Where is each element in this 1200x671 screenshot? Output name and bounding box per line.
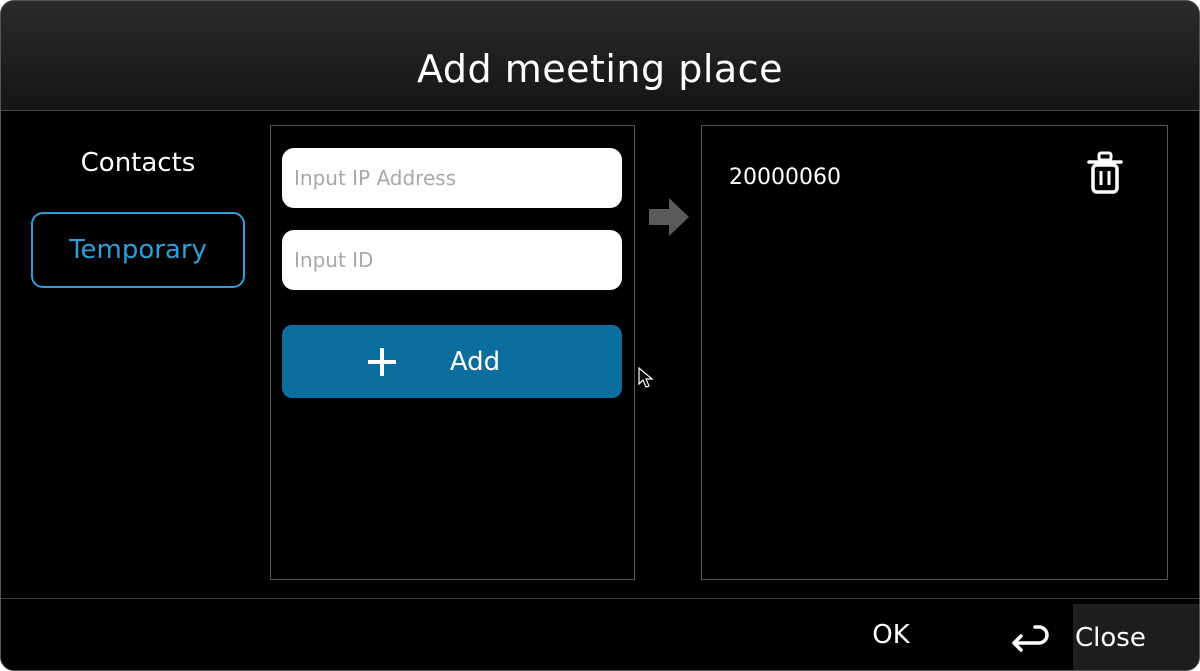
sidebar-item-temporary[interactable]: Temporary: [31, 212, 245, 288]
close-button-label: Close: [1075, 623, 1146, 653]
return-icon: [1012, 625, 1049, 652]
list-item-id: 20000060: [729, 165, 841, 190]
id-input[interactable]: [282, 230, 622, 290]
dialog-title: Add meeting place: [417, 47, 783, 91]
plus-icon: [367, 347, 396, 376]
close-button[interactable]: Close: [1007, 604, 1199, 670]
trash-icon[interactable]: [1087, 151, 1123, 195]
mouse-cursor-icon: [638, 367, 654, 388]
title-bar: Add meeting place: [1, 1, 1199, 111]
add-meeting-place-dialog: Add meeting place Contacts Temporary Add…: [0, 0, 1200, 671]
list-item: 20000060: [729, 151, 1149, 207]
ip-address-input[interactable]: [282, 148, 622, 208]
arrow-right-icon: [649, 198, 689, 236]
ok-button[interactable]: OK: [856, 598, 926, 670]
add-button[interactable]: Add: [282, 325, 622, 398]
sidebar-item-contacts[interactable]: Contacts: [31, 125, 245, 201]
add-button-label: Add: [449, 346, 501, 377]
